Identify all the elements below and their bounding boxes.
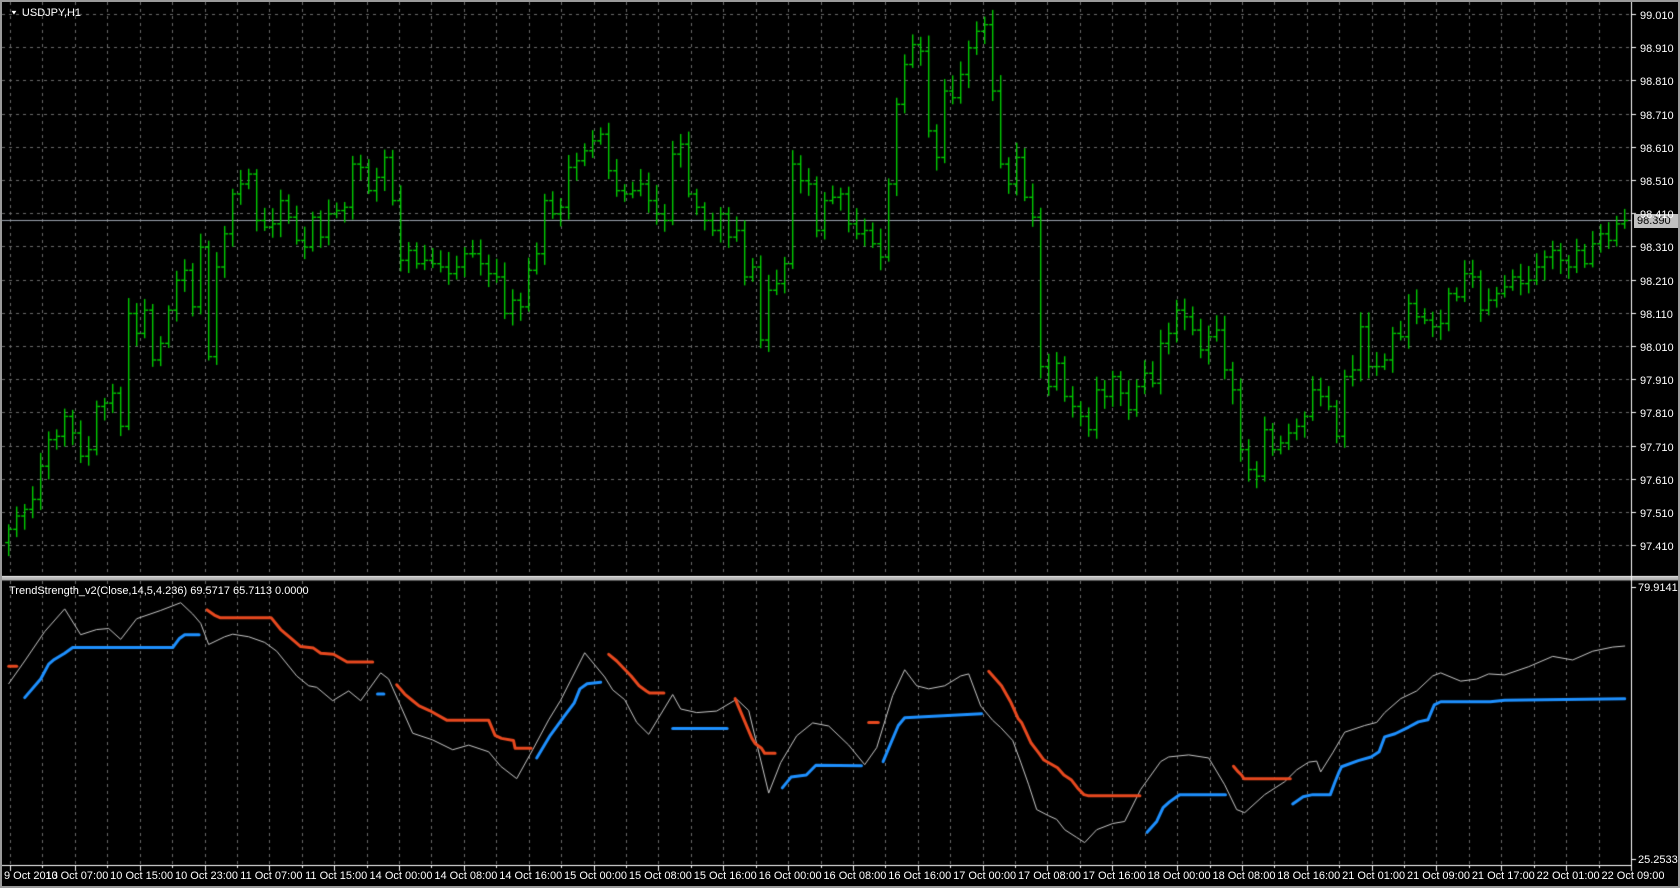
time-axis-label: 22 Oct 09:00 xyxy=(1588,870,1678,882)
price-axis-label: 98.210 xyxy=(1640,276,1674,288)
price-axis-label: 97.910 xyxy=(1640,375,1674,387)
indicator-scale-min: 25.2533 xyxy=(1638,854,1678,866)
price-axis-label: 98.710 xyxy=(1640,110,1674,122)
symbol-period-label: USDJPY,H1 xyxy=(22,7,81,19)
price-axis-label: 99.010 xyxy=(1640,10,1674,22)
price-axis-label: 98.910 xyxy=(1640,43,1674,55)
price-axis-label: 98.610 xyxy=(1640,143,1674,155)
chart-window: ▼ USDJPY,H1 TrendStrength_v2(Close,14,5,… xyxy=(0,0,1680,888)
price-axis-label: 97.610 xyxy=(1640,475,1674,487)
price-axis-label: 98.410 xyxy=(1640,209,1674,221)
price-axis-label: 98.010 xyxy=(1640,342,1674,354)
price-axis-label: 97.510 xyxy=(1640,508,1674,520)
chart-canvas[interactable] xyxy=(2,2,1678,886)
indicator-scale-max: 79.9141 xyxy=(1638,582,1678,594)
price-axis-label: 97.710 xyxy=(1640,442,1674,454)
price-axis-label: 98.310 xyxy=(1640,242,1674,254)
symbol-dropdown-icon[interactable]: ▼ xyxy=(10,8,18,18)
symbol-title: ▼ USDJPY,H1 xyxy=(10,7,81,19)
price-axis-label: 98.810 xyxy=(1640,76,1674,88)
price-axis-label: 98.110 xyxy=(1640,309,1673,321)
price-axis-label: 97.410 xyxy=(1640,541,1674,553)
price-axis-label: 98.510 xyxy=(1640,176,1674,188)
indicator-label: TrendStrength_v2(Close,14,5,4.236) 69.57… xyxy=(9,585,309,597)
price-axis-label: 97.810 xyxy=(1640,408,1674,420)
